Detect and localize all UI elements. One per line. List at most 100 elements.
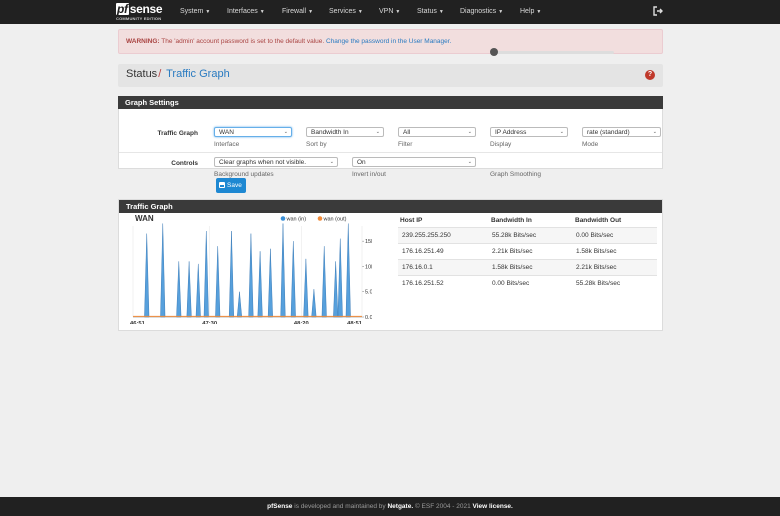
wan-in-spike [236,291,243,318]
select-value: rate (standard) [587,129,630,136]
footer-copyright: © ESF 2004 - 2021 [413,503,473,510]
caret-down-icon: ▼ [308,9,314,15]
legend-label: wan (in) [286,217,307,223]
select-value: Bandwidth In [311,129,349,136]
host-ip-cell: 176.16.251.49 [402,248,444,255]
wan-in-spike [267,248,273,318]
table-row: 176.16.251.52 0.00 Bits/sec 55.28k Bits/… [398,275,657,291]
background-updates-help: Background updates [214,171,274,178]
host-ip-cell: 239.255.255.250 [402,232,451,239]
background-updates-select[interactable]: Clear graphs when not visible. ⌄ [214,157,338,167]
top-navbar: pf sense COMMUNITY EDITION System ▼ Interf… [0,0,780,24]
interface-select[interactable]: WAN ⌄ [214,127,292,137]
breadcrumb-section[interactable]: Status [126,68,157,80]
graph-settings-body: Traffic Graph WAN ⌄ Interface Bandwidth I… [118,109,663,178]
select-value: On [357,159,366,166]
chevron-down-icon: ⌄ [652,129,657,135]
graph-settings-panel: Graph Settings Traffic Graph WAN ⌄ Interf… [118,96,663,196]
question-circle-icon[interactable]: ? [645,70,655,80]
breadcrumb-page[interactable]: Traffic Graph [166,68,230,80]
wan-in-spike [176,261,182,318]
wan-in-spike [228,231,234,318]
y-tick-label: 15M [365,239,372,245]
column-header-host-ip: Host IP [400,217,423,224]
filter-select[interactable]: All ⌄ [398,127,476,137]
alert-prefix: WARNING: [126,38,160,45]
table-row: 176.16.0.1 1.58k Bits/sec 2.21k Bits/sec [398,259,657,275]
y-tick-label: 5.0M [365,290,372,296]
nav-label: Status [417,8,437,15]
smoothing-slider-handle[interactable] [490,48,498,56]
nav-label: Help [520,8,535,15]
netgate-link[interactable]: Netgate. [387,503,413,510]
wan-in-spike [303,258,309,318]
wan-in-spike [337,238,343,318]
nav-vpn[interactable]: VPN ▼ [379,8,400,15]
nav-help[interactable]: Help ▼ [520,8,541,15]
select-value: WAN [219,129,234,136]
wan-in-spike [333,261,339,318]
caret-down-icon: ▼ [438,9,444,15]
footer-text: is developed and maintained by [292,503,388,510]
bandwidth-out-cell: 0.00 Bits/sec [576,232,614,239]
display-select[interactable]: IP Address ⌄ [490,127,568,137]
panel-title: Graph Settings [118,96,663,109]
breadcrumb: Status/ Traffic Graph ? [118,64,663,87]
wan-in-spike [280,223,286,318]
sort-select[interactable]: Bandwidth In ⌄ [306,127,384,137]
nav-system[interactable]: System ▼ [180,8,210,15]
mode-select[interactable]: rate (standard) ⌄ [582,127,661,137]
wan-in-spike [248,233,254,318]
chevron-down-icon: ⌄ [283,129,288,135]
caret-down-icon: ▼ [357,9,363,15]
wan-in-spike [144,233,150,318]
footer: pfSense is developed and maintained by N… [0,497,780,516]
nav-label: VPN [379,8,394,15]
bandwidth-in-cell: 2.21k Bits/sec [492,248,533,255]
save-button[interactable]: Save [216,178,246,193]
wan-in-spike [195,263,201,318]
host-ip-cell: 176.16.0.1 [402,264,433,271]
controls-label: Controls [171,160,198,167]
caret-down-icon: ▼ [205,9,211,15]
view-license-link[interactable]: View license. [473,503,513,510]
wan-in-spike [257,251,263,318]
bandwidth-in-cell: 1.58k Bits/sec [492,264,533,271]
wan-in-spike [290,241,296,318]
display-help: Display [490,141,512,148]
column-header-bandwidth-out: Bandwidth Out [575,217,622,224]
sign-out-icon[interactable] [652,5,664,17]
select-value: All [403,129,411,136]
chevron-down-icon: ⌄ [329,159,334,165]
legend-marker [280,216,286,221]
nav-firewall[interactable]: Firewall ▼ [282,8,313,15]
nav-diagnostics[interactable]: Diagnostics ▼ [460,8,503,15]
nav-interfaces[interactable]: Interfaces ▼ [227,8,265,15]
x-tick-label: 47:30 [202,321,217,324]
save-label: Save [227,182,242,189]
select-value: Clear graphs when not visible. [219,159,307,166]
wan-in-spike [311,289,317,318]
caret-down-icon: ▼ [498,9,504,15]
smoothing-slider-track[interactable] [492,51,614,54]
row-divider [119,152,662,153]
change-password-link[interactable]: Change the password in the User Manager. [326,38,451,45]
filter-help: Filter [398,141,413,148]
caret-down-icon: ▼ [536,9,542,15]
wan-in-spike [186,261,192,318]
chevron-down-icon: ⌄ [467,159,472,165]
bandwidth-in-cell: 0.00 Bits/sec [492,280,530,287]
x-tick-label: 48:51 [347,321,363,324]
y-tick-label: 0.0 [365,315,372,321]
caret-down-icon: ▼ [395,9,401,15]
nav-services[interactable]: Services ▼ [329,8,363,15]
nav-status[interactable]: Status ▼ [417,8,444,15]
interface-help: Interface [214,141,240,148]
invert-select[interactable]: On ⌄ [352,157,476,167]
pfsense-logo[interactable]: pf sense COMMUNITY EDITION [116,3,168,22]
nav-label: Interfaces [227,8,258,15]
breadcrumb-separator: / [158,68,162,80]
mode-help: Mode [582,141,599,148]
chevron-down-icon: ⌄ [375,129,380,135]
traffic-graph-label: Traffic Graph [157,130,198,137]
